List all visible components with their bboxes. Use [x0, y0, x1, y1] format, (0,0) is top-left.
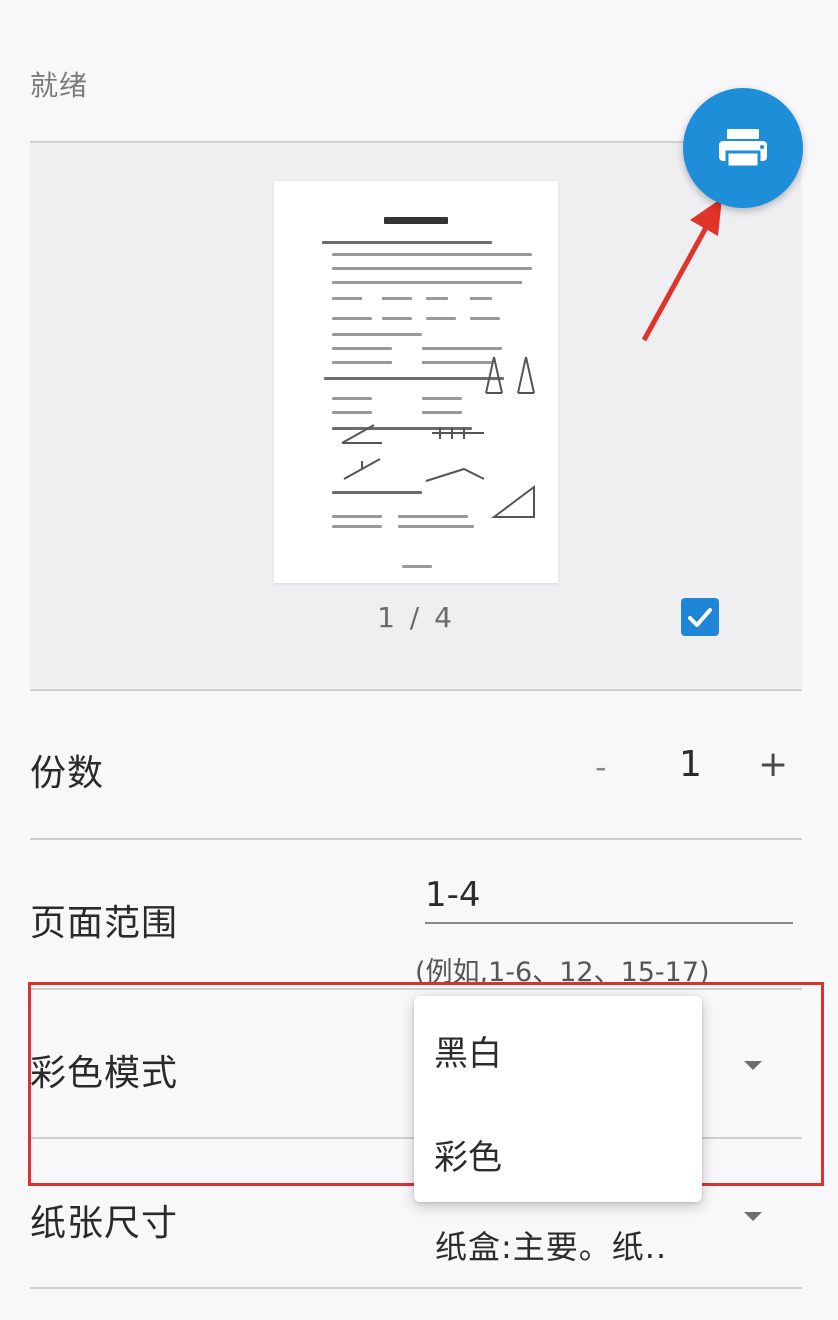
document-line — [422, 347, 502, 350]
document-line — [332, 525, 382, 528]
print-status: 就绪 — [30, 69, 89, 102]
document-line — [332, 317, 372, 320]
check-icon — [688, 608, 712, 627]
document-line — [426, 297, 448, 300]
document-line — [324, 377, 504, 380]
document-title-mark — [384, 217, 448, 224]
document-line — [398, 525, 474, 528]
document-line — [332, 253, 532, 256]
divider — [30, 689, 802, 691]
paper-size-dropdown-icon[interactable] — [744, 1212, 762, 1221]
document-line — [470, 297, 492, 300]
document-line — [332, 297, 362, 300]
paper-size-label: 纸张尺寸 — [30, 1203, 179, 1244]
document-line — [426, 317, 456, 320]
document-line — [332, 361, 392, 364]
copies-value: 1 — [679, 744, 702, 785]
document-line — [398, 515, 468, 518]
annotation-arrow-icon — [641, 198, 722, 342]
print-button[interactable] — [683, 88, 803, 208]
document-line — [332, 281, 522, 284]
document-line — [332, 267, 532, 270]
copies-increment-button[interactable]: + — [758, 744, 788, 785]
document-line — [470, 317, 500, 320]
color-mode-menu: 黑白 彩色 — [414, 996, 702, 1202]
page-preview-thumbnail[interactable] — [274, 181, 558, 583]
divider — [30, 838, 802, 840]
document-line — [332, 397, 372, 400]
document-footer-line — [402, 565, 432, 568]
geometry-diagrams-icon — [341, 424, 535, 518]
printer-icon — [719, 129, 767, 169]
document-line — [422, 411, 462, 414]
page-select-checkbox[interactable] — [681, 598, 719, 636]
document-line — [382, 297, 412, 300]
divider — [30, 1287, 802, 1289]
print-settings-screen: 就绪 1 / 4 份数 - 1 + 页面范围 1-4 (例如,1-6、12、15… — [0, 0, 838, 1320]
document-line — [422, 397, 462, 400]
document-line — [332, 333, 422, 336]
paper-size-value[interactable]: 纸盒:主要。纸.. — [435, 1222, 667, 1268]
page-range-label: 页面范围 — [30, 903, 179, 944]
document-line — [332, 515, 382, 518]
copies-decrement-button[interactable]: - — [595, 748, 607, 786]
document-line — [332, 491, 422, 494]
menu-item-black-white[interactable]: 黑白 — [434, 1026, 502, 1075]
document-line — [382, 317, 412, 320]
menu-item-color[interactable]: 彩色 — [434, 1130, 502, 1179]
document-line — [332, 411, 372, 414]
copies-label: 份数 — [30, 753, 105, 794]
document-line — [322, 241, 492, 244]
document-line — [332, 347, 392, 350]
page-range-input[interactable] — [425, 868, 793, 924]
compass-diagram-icon — [485, 356, 535, 394]
